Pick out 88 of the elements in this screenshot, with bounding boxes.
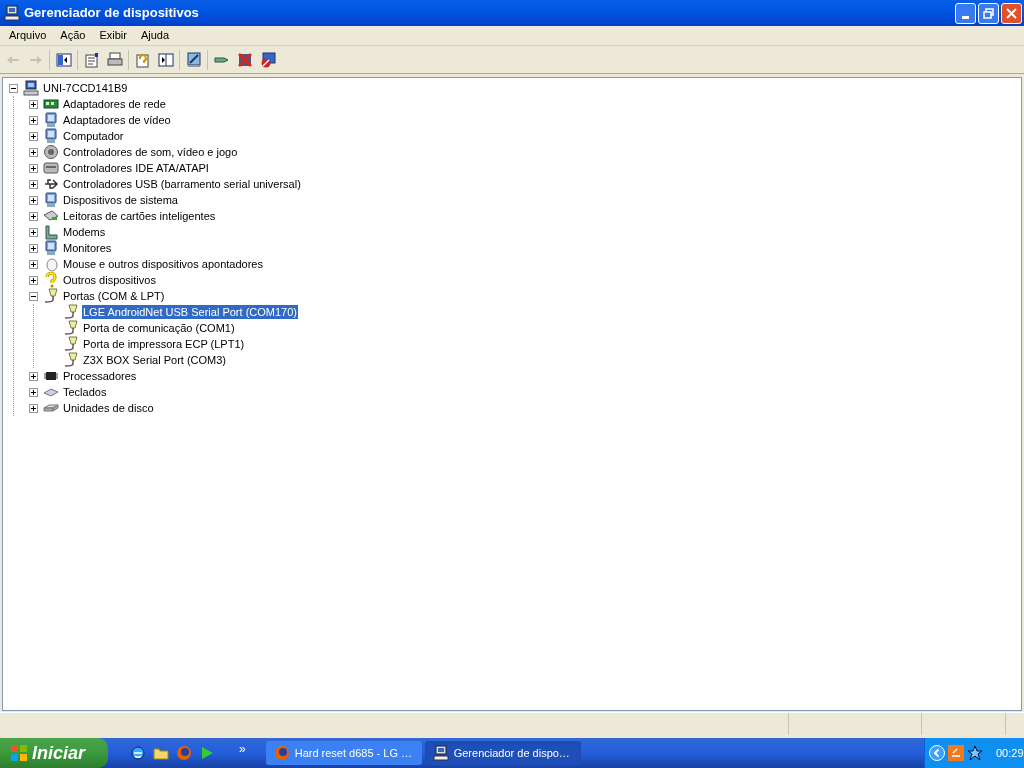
question-mark-icon [43,272,59,288]
browser-e-icon[interactable] [130,745,146,761]
printer-icon [106,51,123,68]
quick-launch-more[interactable]: » [239,740,246,758]
monitor-icon [43,240,59,256]
restore-button[interactable] [978,2,999,24]
expand-toggle[interactable] [29,371,38,381]
monitor-icon [185,51,202,68]
document-icon [83,51,100,68]
tree-item[interactable]: Outros dispositivos [62,273,157,287]
tree-item[interactable]: Computador [62,129,125,143]
expand-toggle[interactable] [29,163,38,173]
taskbar-task[interactable]: Gerenciador de dispo… [424,741,581,765]
expand-toggle[interactable] [29,243,38,253]
expand-toggle[interactable] [29,387,38,397]
clock: 00:29 [996,745,1024,761]
port-connector-icon [43,288,59,304]
collapse-toggle[interactable] [9,83,18,93]
expand-toggle[interactable] [29,275,38,285]
window-title: Gerenciador de dispositivos [24,4,199,23]
minimize-button[interactable] [955,2,976,24]
chevron-left-icon[interactable] [929,745,945,761]
expand-toggle[interactable] [29,259,38,269]
firefox-icon [273,745,290,761]
menu-item[interactable]: Ação [53,26,93,45]
taskbar-task[interactable]: Hard reset d685 - LG … [265,741,422,765]
expand-toggle[interactable] [29,179,38,189]
tree-item[interactable]: Dispositivos de sistema [62,193,179,207]
tree-item[interactable]: Adaptadores de rede [62,97,167,111]
windows-flag-icon [10,744,28,762]
expand-toggle[interactable] [29,227,38,237]
expand-toggle[interactable] [29,403,38,413]
tree-item[interactable]: Unidades de disco [62,401,155,415]
expand-toggle[interactable] [29,147,38,157]
expand-toggle[interactable] [29,99,38,109]
expand-toggle[interactable] [29,115,38,125]
star-icon[interactable] [967,745,983,761]
usb-icon [43,176,59,192]
collapse-toggle[interactable] [29,291,38,301]
monitor-icon [43,112,59,128]
computer-icon [432,745,449,761]
menu-item[interactable]: Arquivo [2,26,54,45]
phone-icon [43,224,59,240]
menu-item[interactable]: Exibir [92,26,134,45]
tree-item[interactable]: Portas (COM & LPT) [62,289,166,303]
panel-icon [55,51,72,68]
tree-item[interactable]: UNI-7CCD141B9 [42,81,129,95]
tree-item[interactable]: LGE AndroidNet USB Serial Port (COM170) [82,305,298,319]
restore-icon [983,7,994,19]
help-icon [134,51,151,68]
port-connector-icon [63,336,79,352]
firefox-icon[interactable] [176,745,192,761]
cross-icon [236,51,253,68]
tree-item[interactable]: Teclados [62,385,108,399]
tree-item[interactable]: Leitoras de cartões inteligentes [62,209,217,223]
expand-toggle[interactable] [29,195,38,205]
network-card-icon [43,96,59,112]
expand-toggle[interactable] [29,131,38,141]
port-connector-icon [63,304,79,320]
close-icon [1006,7,1017,19]
start-button[interactable]: Iniciar [0,738,108,768]
tree-item[interactable]: Mouse e outros dispositivos apontadores [62,257,264,271]
tree-item[interactable]: Z3X BOX Serial Port (COM3) [82,353,228,367]
tree-item[interactable]: Porta de comunicação (COM1) [82,321,236,335]
drive-controller-icon [43,160,59,176]
folder-icon[interactable] [153,745,169,761]
play-icon[interactable] [199,745,215,761]
speaker-icon [43,144,59,160]
tree-item[interactable]: Controladores USB (barramento serial universal) [62,177,302,191]
close-button[interactable] [1001,2,1022,24]
port-connector-icon [63,320,79,336]
panel-icon [157,51,174,68]
tree-item[interactable]: Modems [62,225,107,239]
computer-icon [4,5,20,21]
menu-item[interactable]: Ajuda [133,26,177,45]
mouse-icon [43,256,59,272]
computer-icon [23,80,39,96]
tree-item[interactable]: Controladores de som, vídeo e jogo [62,145,239,159]
tree-item[interactable]: Adaptadores de vídeo [62,113,172,127]
expand-toggle[interactable] [29,211,38,221]
tree-item[interactable]: Porta de impressora ECP (LPT1) [82,337,246,351]
tree-item[interactable]: Monitores [62,241,113,255]
tree-item[interactable]: Controladores IDE ATA/ATAPI [62,161,210,175]
monitor-icon [43,128,59,144]
port-connector-icon [63,352,79,368]
tree-item[interactable]: Processadores [62,369,138,383]
monitor-icon [43,192,59,208]
prohibited-icon [259,51,276,68]
